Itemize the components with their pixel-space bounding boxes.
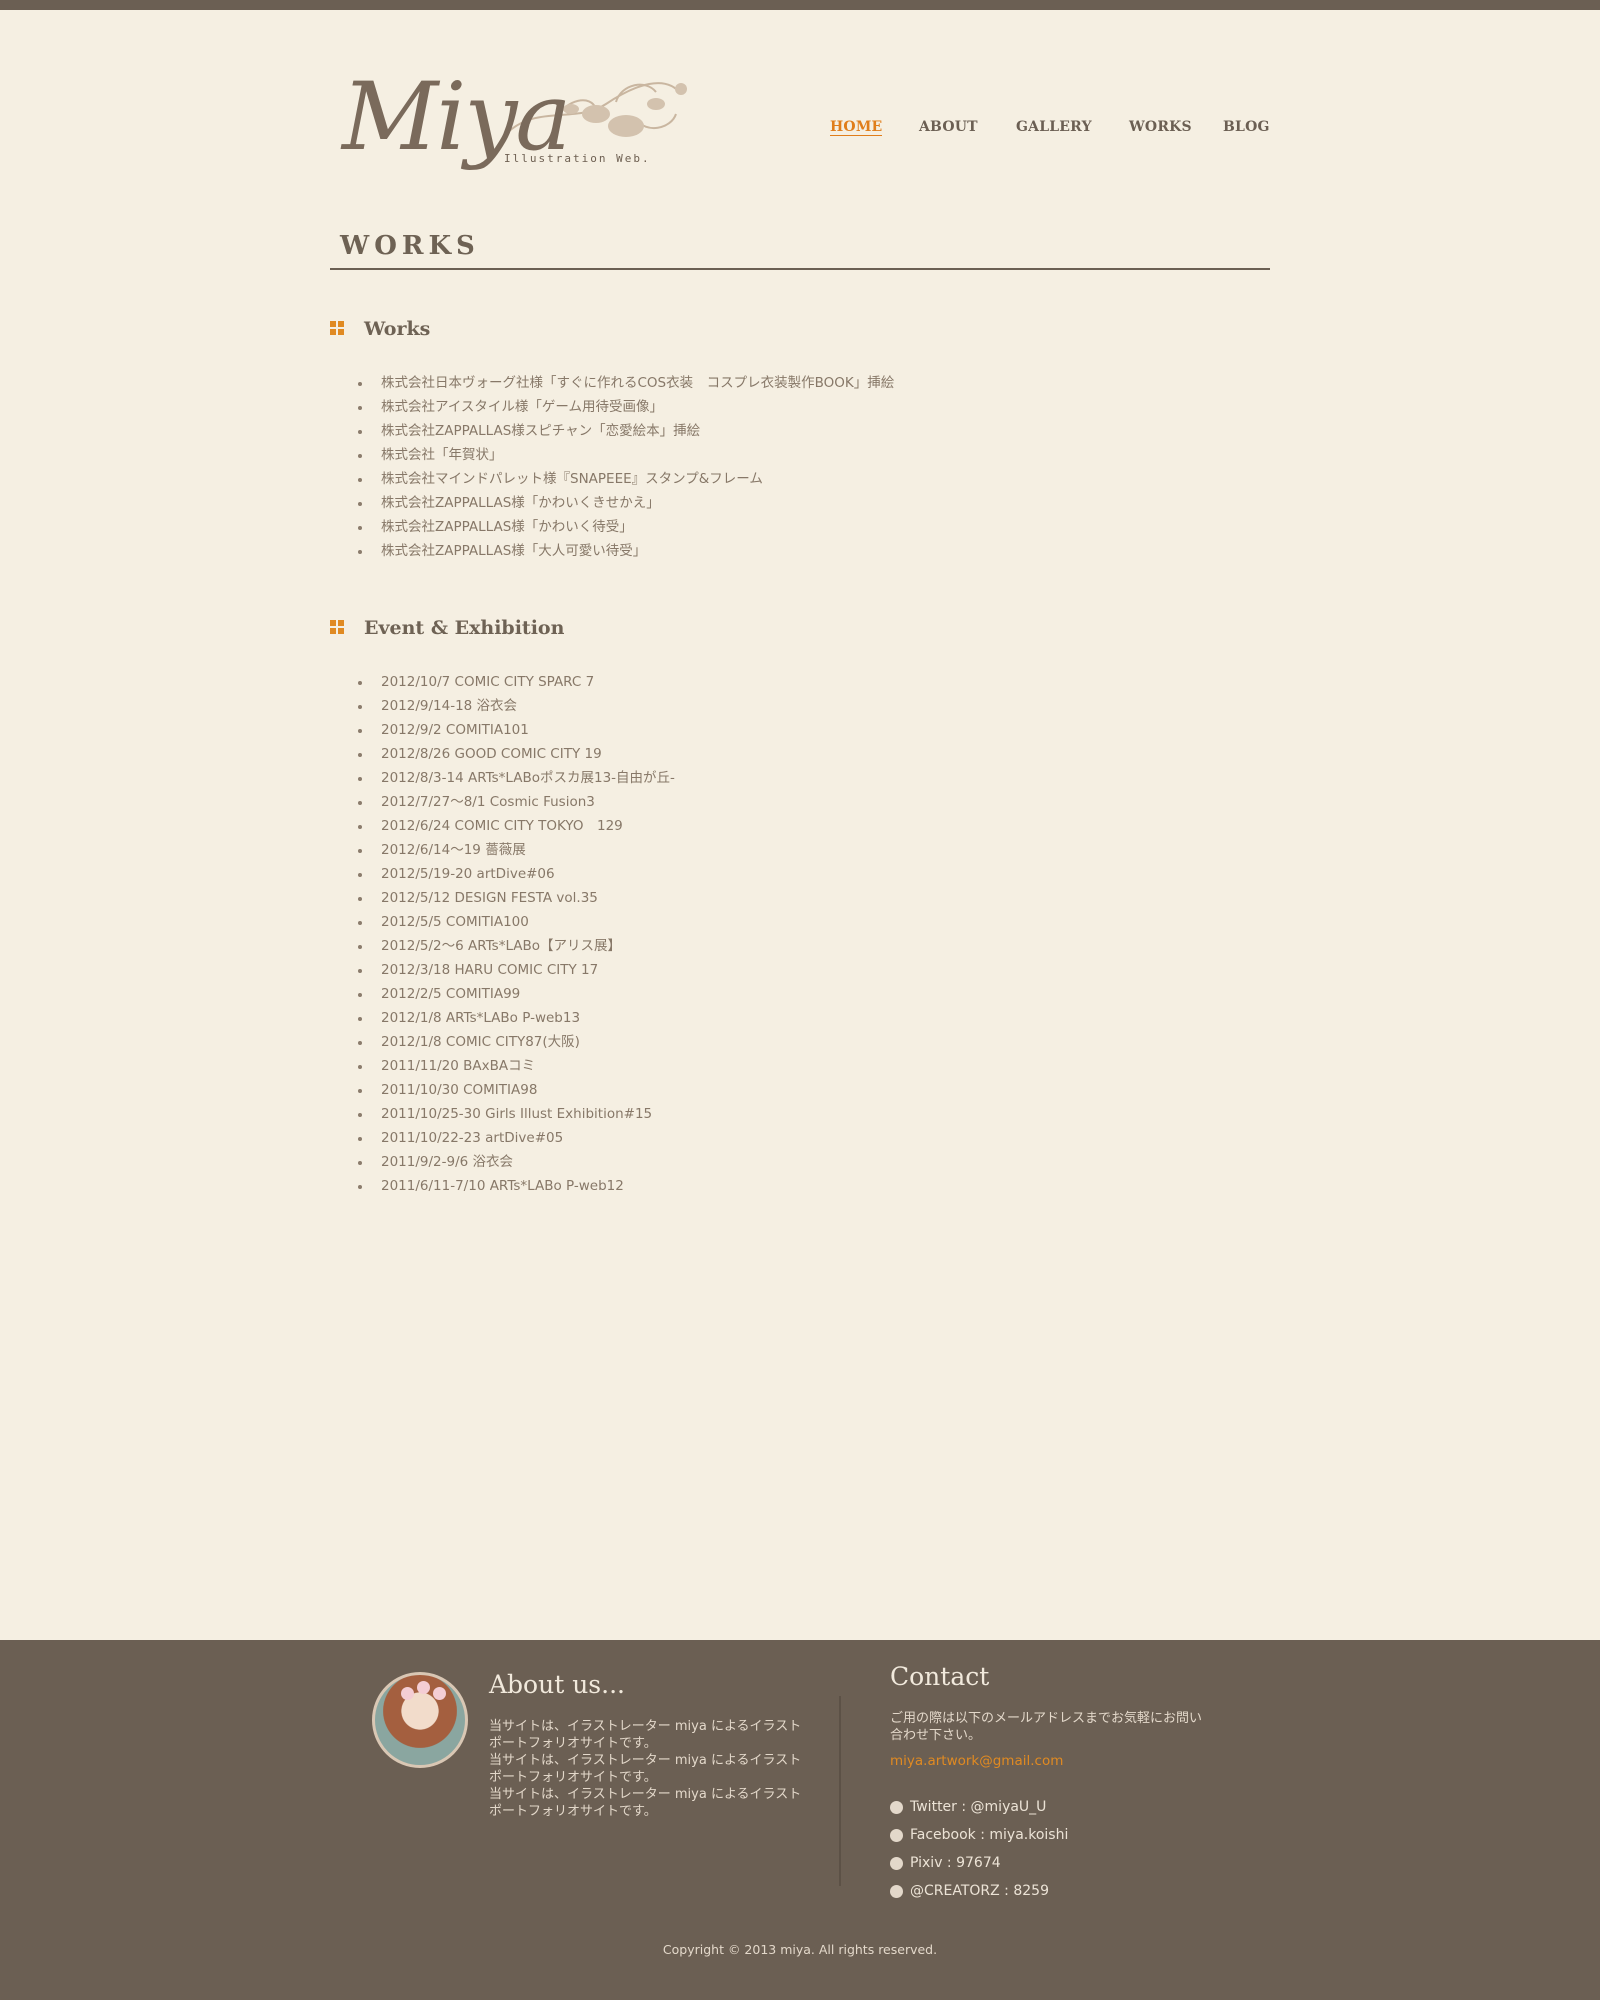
list-item: 2011/11/20 BAxBAコミ <box>358 1054 1258 1078</box>
list-item: 2012/1/8 COMIC CITY87(大阪) <box>358 1030 1258 1054</box>
about-paragraph: 当サイトは、イラストレーター miya によるイラストポートフォリオサイトです。 <box>489 1787 802 1819</box>
grid-bullet-icon <box>330 321 345 336</box>
social-label: Pixiv : 97674 <box>910 1855 1001 1871</box>
list-item: 2012/2/5 COMITIA99 <box>358 982 1258 1006</box>
social-label: Twitter : @miyaU_U <box>910 1799 1047 1815</box>
grid-bullet-icon <box>330 620 345 635</box>
social-list: Twitter : @miyaU_U Facebook : miya.koish… <box>890 1793 1068 1905</box>
site-logo[interactable]: Miya Illustration Web. <box>336 58 696 188</box>
nav-blog[interactable]: BLOG <box>1223 119 1270 135</box>
list-item: 2012/7/27～8/1 Cosmic Fusion3 <box>358 790 1258 814</box>
bullet-icon <box>890 1829 903 1842</box>
contact-email-link[interactable]: miya.artwork@gmail.com <box>890 1753 1063 1769</box>
about-title: About us... <box>489 1670 625 1699</box>
social-item-twitter[interactable]: Twitter : @miyaU_U <box>890 1793 1068 1821</box>
list-item: 2011/10/22-23 artDive#05 <box>358 1126 1258 1150</box>
list-item: 2011/10/30 COMITIA98 <box>358 1078 1258 1102</box>
section-title: Works <box>364 318 431 340</box>
list-item: 2012/5/5 COMITIA100 <box>358 910 1258 934</box>
title-divider <box>330 268 1270 270</box>
works-list: 株式会社日本ヴォーグ社様「すぐに作れるCOS衣装 コスプレ衣装製作BOOK」挿絵… <box>358 371 1258 563</box>
nav-works[interactable]: WORKS <box>1129 119 1192 135</box>
about-text: 当サイトは、イラストレーター miya によるイラストポートフォリオサイトです。… <box>489 1718 809 1820</box>
list-item: 株式会社「年賀状」 <box>358 443 1258 467</box>
about-paragraph: 当サイトは、イラストレーター miya によるイラストポートフォリオサイトです。 <box>489 1719 802 1751</box>
list-item: 株式会社ZAPPALLAS様「かわいくきせかえ」 <box>358 491 1258 515</box>
nav-about[interactable]: ABOUT <box>919 119 978 135</box>
page-title: WORKS <box>340 231 480 261</box>
contact-text: ご用の際は以下のメールアドレスまでお気軽にお問い合わせ下さい。 <box>890 1711 1203 1743</box>
list-item: 2011/10/25-30 Girls Illust Exhibition#15 <box>358 1102 1258 1126</box>
list-item: 2012/6/14～19 薔薇展 <box>358 838 1258 862</box>
social-item-facebook[interactable]: Facebook : miya.koishi <box>890 1821 1068 1849</box>
social-item-pixiv[interactable]: Pixiv : 97674 <box>890 1849 1068 1877</box>
list-item: 株式会社日本ヴォーグ社様「すぐに作れるCOS衣装 コスプレ衣装製作BOOK」挿絵 <box>358 371 1258 395</box>
top-bar <box>0 0 1600 10</box>
social-label: Facebook : miya.koishi <box>910 1827 1069 1843</box>
list-item: 株式会社ZAPPALLAS様スピチャン「恋愛絵本」挿絵 <box>358 419 1258 443</box>
list-item: 株式会社ZAPPALLAS様「かわいく待受」 <box>358 515 1258 539</box>
bullet-icon <box>890 1801 903 1814</box>
list-item: 2012/8/3-14 ARTs*LABoポスカ展13-自由が丘- <box>358 766 1258 790</box>
list-item: 株式会社アイスタイル様「ゲーム用待受画像」 <box>358 395 1258 419</box>
list-item: 2012/5/19-20 artDive#06 <box>358 862 1258 886</box>
list-item: 2012/10/7 COMIC CITY SPARC 7 <box>358 670 1258 694</box>
social-item-creatorz[interactable]: @CREATORZ : 8259 <box>890 1877 1068 1905</box>
list-item: 2012/1/8 ARTs*LABo P-web13 <box>358 1006 1258 1030</box>
footer: About us... 当サイトは、イラストレーター miya によるイラストポ… <box>0 1640 1600 2000</box>
events-list: 2012/10/7 COMIC CITY SPARC 7 2012/9/14-18… <box>358 670 1258 1198</box>
list-item: 株式会社ZAPPALLAS様「大人可愛い待受」 <box>358 539 1258 563</box>
nav-gallery[interactable]: GALLERY <box>1016 119 1092 135</box>
list-item: 2011/6/11-7/10 ARTs*LABo P-web12 <box>358 1174 1258 1198</box>
logo-subtitle: Illustration Web. <box>504 152 651 165</box>
list-item: 2012/5/2～6 ARTs*LABo【アリス展】 <box>358 934 1258 958</box>
list-item: 2012/5/12 DESIGN FESTA vol.35 <box>358 886 1258 910</box>
list-item: 株式会社マインドパレット様『SNAPEEE』スタンプ&フレーム <box>358 467 1258 491</box>
list-item: 2012/9/2 COMITIA101 <box>358 718 1258 742</box>
avatar <box>372 1672 468 1768</box>
footer-divider <box>839 1696 841 1886</box>
list-item: 2012/8/26 GOOD COMIC CITY 19 <box>358 742 1258 766</box>
list-item: 2012/3/18 HARU COMIC CITY 17 <box>358 958 1258 982</box>
bullet-icon <box>890 1857 903 1870</box>
section-title: Event & Exhibition <box>364 617 565 639</box>
nav-home[interactable]: HOME <box>830 119 883 136</box>
copyright: Copyright © 2013 miya. All rights reserv… <box>662 1942 938 1957</box>
main-nav: HOME ABOUT GALLERY WORKS BLOG <box>830 119 1270 139</box>
social-label: @CREATORZ : 8259 <box>910 1883 1049 1899</box>
about-paragraph: 当サイトは、イラストレーター miya によるイラストポートフォリオサイトです。 <box>489 1753 802 1785</box>
list-item: 2012/6/24 COMIC CITY TOKYO 129 <box>358 814 1258 838</box>
contact-title: Contact <box>890 1662 990 1691</box>
list-item: 2011/9/2-9/6 浴衣会 <box>358 1150 1258 1174</box>
list-item: 2012/9/14-18 浴衣会 <box>358 694 1258 718</box>
bullet-icon <box>890 1885 903 1898</box>
